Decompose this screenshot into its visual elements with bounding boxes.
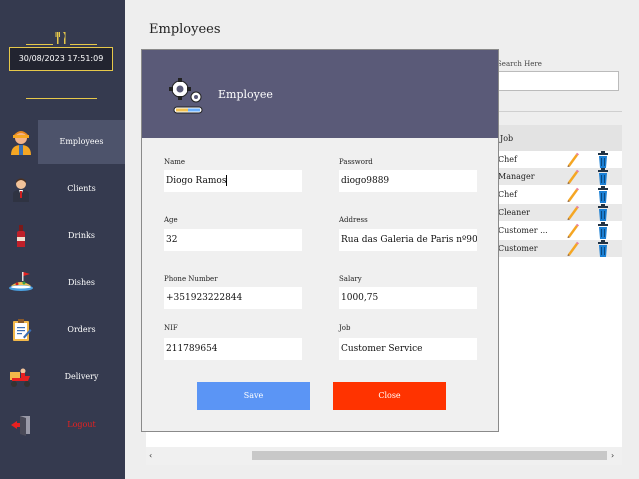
- table-row[interactable]: Chef: [497, 186, 622, 203]
- sidebar-item-dishes[interactable]: Dishes: [0, 261, 125, 305]
- cell-job: Customer: [498, 244, 538, 253]
- sidebar-item-label: Clients: [67, 184, 96, 193]
- cell-job: Customer ...: [498, 226, 548, 235]
- pencil-edit-icon[interactable]: [565, 152, 579, 167]
- scrollbar-thumb[interactable]: [252, 451, 607, 460]
- sidebar-item-label: Logout: [67, 420, 96, 429]
- search-label: Search Here: [497, 60, 542, 68]
- salary-label: Salary: [339, 275, 362, 283]
- nif-field[interactable]: 211789654: [164, 338, 302, 360]
- address-field[interactable]: Rua das Galeria de Paris nº90: [339, 229, 477, 251]
- pencil-edit-icon[interactable]: [565, 205, 579, 220]
- age-label: Age: [164, 216, 178, 224]
- pencil-edit-icon[interactable]: [565, 223, 579, 238]
- sidebar-item-label: Orders: [67, 325, 96, 334]
- employee-dialog: Employee Name Diogo Ramos Password diogo…: [141, 49, 499, 432]
- save-button[interactable]: Save: [197, 382, 310, 410]
- password-field[interactable]: diogo9889: [339, 170, 477, 192]
- sidebar-item-orders[interactable]: Orders: [0, 308, 125, 352]
- trash-delete-icon[interactable]: [597, 186, 609, 203]
- scroll-left-arrow-icon[interactable]: ‹: [149, 451, 152, 460]
- page-title: Employees: [149, 22, 221, 37]
- sidebar-item-clients[interactable]: Clients: [0, 167, 125, 211]
- sidebar-item-label: Dishes: [67, 278, 96, 287]
- cell-job: Cleaner: [498, 208, 530, 217]
- address-label: Address: [339, 216, 368, 224]
- cell-job: Chef: [498, 155, 517, 164]
- phone-field[interactable]: +351923222844: [164, 287, 302, 309]
- column-header-job: Job: [500, 134, 514, 143]
- pencil-edit-icon[interactable]: [565, 241, 579, 256]
- scroll-right-arrow-icon[interactable]: ›: [611, 451, 614, 460]
- dialog-title: Employee: [218, 88, 273, 101]
- close-button[interactable]: Close: [333, 382, 446, 410]
- sidebar-item-drinks[interactable]: Drinks: [0, 214, 125, 258]
- password-label: Password: [339, 158, 373, 166]
- job-field[interactable]: Customer Service: [339, 338, 477, 360]
- table-row[interactable]: Customer: [497, 240, 622, 257]
- table-row[interactable]: Chef: [497, 151, 622, 168]
- search-input[interactable]: [495, 71, 619, 91]
- datetime-clock: 30/08/2023 17:51:09: [9, 47, 113, 71]
- text-caret: [226, 175, 228, 186]
- trash-delete-icon[interactable]: [597, 240, 609, 257]
- phone-label: Phone Number: [164, 275, 218, 283]
- age-field[interactable]: 32: [164, 229, 302, 251]
- trash-delete-icon[interactable]: [597, 168, 609, 185]
- salary-field[interactable]: 1000,75: [339, 287, 477, 309]
- trash-delete-icon[interactable]: [597, 204, 609, 221]
- dish-icon: [8, 270, 34, 296]
- cell-job: Manager: [498, 172, 535, 181]
- nif-label: NIF: [164, 324, 178, 332]
- cell-job: Chef: [498, 190, 517, 199]
- sidebar-item-employees[interactable]: Employees: [0, 120, 125, 164]
- sidebar-item-logout[interactable]: Logout: [0, 403, 125, 447]
- drink-bottle-icon: [8, 223, 34, 249]
- table-row[interactable]: Manager: [497, 168, 622, 185]
- door-exit-icon: [8, 412, 34, 438]
- delivery-scooter-icon: [8, 364, 34, 390]
- trash-delete-icon[interactable]: [597, 222, 609, 239]
- sidebar-item-label: Delivery: [64, 372, 99, 381]
- sidebar: 30/08/2023 17:51:09 Employees Clients Dr…: [0, 0, 125, 479]
- divider: [497, 111, 622, 112]
- table-row[interactable]: Cleaner: [497, 204, 622, 221]
- trash-delete-icon[interactable]: [597, 151, 609, 168]
- pencil-edit-icon[interactable]: [565, 169, 579, 184]
- sidebar-item-label: Drinks: [68, 231, 95, 240]
- table-header: [497, 125, 622, 151]
- table-row[interactable]: Customer ...: [497, 222, 622, 239]
- sidebar-item-delivery[interactable]: Delivery: [0, 355, 125, 399]
- name-label: Name: [164, 158, 186, 166]
- name-field[interactable]: Diogo Ramos: [164, 170, 302, 192]
- sidebar-item-label: Employees: [59, 137, 104, 146]
- pencil-edit-icon[interactable]: [565, 187, 579, 202]
- fork-knife-icon: [53, 32, 69, 44]
- client-icon: [8, 176, 34, 202]
- employee-icon: [8, 129, 34, 155]
- dialog-header: Employee: [142, 50, 498, 138]
- clipboard-icon: [8, 317, 34, 343]
- job-label: Job: [339, 324, 351, 332]
- gears-icon: [166, 75, 208, 117]
